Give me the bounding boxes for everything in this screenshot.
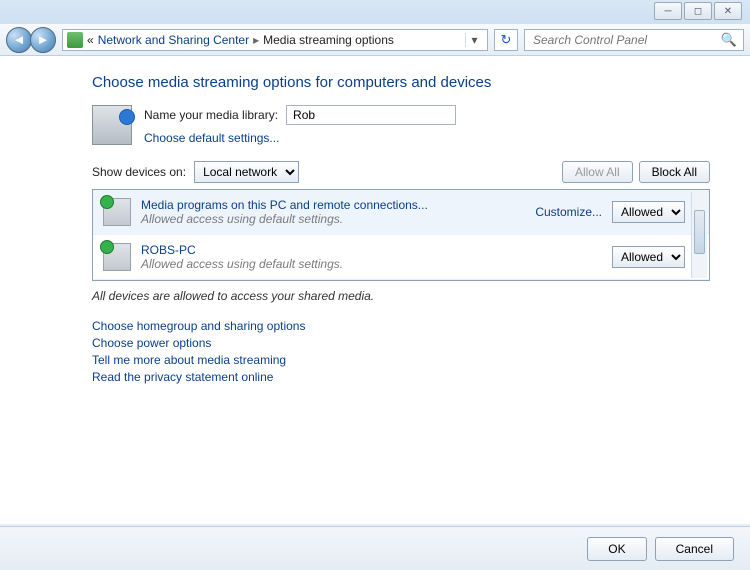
learn-more-link[interactable]: Tell me more about media streaming [92,353,710,367]
breadcrumb-item-media: Media streaming options [263,33,394,47]
refresh-button[interactable]: ↻ [494,29,518,51]
search-input[interactable] [531,32,721,48]
library-label: Name your media library: [144,108,278,122]
block-all-button[interactable]: Block All [639,161,710,183]
toolbar: ◄ ► « Network and Sharing Center ▸ Media… [0,24,750,56]
library-icon [92,105,132,145]
device-status: Allowed access using default settings. [141,257,602,271]
bottom-bar: OK Cancel [0,526,750,570]
device-name: Media programs on this PC and remote con… [141,198,525,212]
titlebar: ─ ◻ ✕ [0,0,750,24]
library-row: Name your media library: Choose default … [92,105,710,145]
window-controls: ─ ◻ ✕ [654,2,742,20]
device-list: Media programs on this PC and remote con… [92,189,710,281]
arrow-left-icon: ◄ [13,32,26,47]
ok-button[interactable]: OK [587,537,646,561]
control-panel-icon [67,32,83,48]
breadcrumb-item-network[interactable]: Network and Sharing Center [98,33,249,47]
device-permission-select[interactable]: Allowed [612,246,685,268]
scrollbar-thumb[interactable] [694,210,705,254]
allow-all-button[interactable]: Allow All [562,161,633,183]
forward-button[interactable]: ► [30,27,56,53]
page-title: Choose media streaming options for compu… [92,74,710,91]
chevron-down-icon: ▾ [471,33,477,47]
close-button[interactable]: ✕ [714,2,742,20]
power-options-link[interactable]: Choose power options [92,336,710,350]
cancel-button[interactable]: Cancel [655,537,734,561]
device-icon [103,198,131,226]
privacy-link[interactable]: Read the privacy statement online [92,370,710,384]
default-settings-link[interactable]: Choose default settings... [144,131,279,145]
search-icon: 🔍 [721,32,737,48]
device-permission-select[interactable]: Allowed [612,201,685,223]
scrollbar[interactable] [691,192,707,278]
arrow-right-icon: ► [37,32,50,47]
device-icon [103,243,131,271]
customize-link[interactable]: Customize... [535,205,602,219]
device-row[interactable]: ROBS-PC Allowed access using default set… [93,235,709,280]
address-dropdown[interactable]: ▾ [465,33,483,47]
content-area: Choose media streaming options for compu… [0,56,750,524]
device-name: ROBS-PC [141,243,602,257]
show-devices-label: Show devices on: [92,165,186,179]
device-status: Allowed access using default settings. [141,212,525,226]
library-name-input[interactable] [286,105,456,125]
homegroup-link[interactable]: Choose homegroup and sharing options [92,319,710,333]
status-text: All devices are allowed to access your s… [92,289,710,303]
back-button[interactable]: ◄ [6,27,32,53]
search-box[interactable]: 🔍 [524,29,744,51]
related-links: Choose homegroup and sharing options Cho… [92,319,710,384]
nav-buttons: ◄ ► [6,27,56,53]
show-devices-select[interactable]: Local network [194,161,299,183]
show-devices-row: Show devices on: Local network Allow All… [92,161,710,183]
breadcrumb-prefix: « [87,33,94,47]
breadcrumb[interactable]: « Network and Sharing Center ▸ Media str… [62,29,488,51]
chevron-right-icon: ▸ [253,33,259,47]
device-row[interactable]: Media programs on this PC and remote con… [93,190,709,235]
maximize-button[interactable]: ◻ [684,2,712,20]
minimize-button[interactable]: ─ [654,2,682,20]
refresh-icon: ↻ [501,32,512,48]
